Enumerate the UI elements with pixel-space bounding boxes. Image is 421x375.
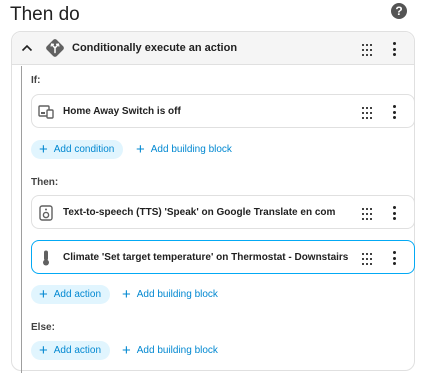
more-options-icon[interactable]	[391, 206, 397, 220]
more-options-icon[interactable]	[391, 251, 397, 265]
help-icon[interactable]: ?	[391, 3, 407, 19]
add-building-block-button[interactable]: + Add building block	[122, 341, 218, 360]
add-building-block-button[interactable]: + Add building block	[122, 285, 218, 304]
plus-icon: +	[136, 141, 145, 158]
action-row-selected[interactable]: Climate 'Set target temperature' on Ther…	[31, 240, 415, 274]
condition-row[interactable]: Home Away Switch is off	[31, 94, 415, 128]
action-label: Climate 'Set target temperature' on Ther…	[63, 252, 349, 263]
plus-icon: +	[39, 141, 48, 158]
block-header[interactable]: Conditionally execute an action	[12, 32, 414, 65]
action-row[interactable]: Text-to-speech (TTS) 'Speak' on Google T…	[31, 195, 415, 229]
device-state-icon	[38, 104, 54, 120]
then-section-label: Then:	[31, 177, 59, 188]
thermometer-icon	[38, 250, 54, 266]
chevron-up-icon[interactable]	[20, 41, 34, 55]
source-branch-icon	[44, 37, 66, 59]
plus-icon: +	[122, 342, 131, 359]
add-action-button[interactable]: + Add action	[31, 285, 111, 304]
condition-label: Home Away Switch is off	[63, 106, 181, 117]
add-building-block-label: Add building block	[136, 345, 218, 356]
add-action-label: Add action	[53, 345, 102, 356]
drag-handle-icon[interactable]	[362, 252, 372, 265]
add-building-block-button[interactable]: + Add building block	[136, 140, 232, 159]
action-label: Text-to-speech (TTS) 'Speak' on Google T…	[63, 207, 336, 218]
plus-icon: +	[39, 342, 48, 359]
nesting-rule	[21, 66, 22, 373]
speaker-icon	[38, 205, 54, 221]
drag-handle-icon[interactable]	[362, 106, 372, 119]
plus-icon: +	[39, 286, 48, 303]
plus-icon: +	[122, 286, 131, 303]
if-section-label: If:	[31, 75, 41, 86]
drag-handle-icon[interactable]	[362, 207, 372, 220]
page-title: Then do	[10, 4, 80, 25]
more-options-icon[interactable]	[391, 42, 397, 56]
add-action-label: Add action	[53, 289, 102, 300]
add-action-button[interactable]: + Add action	[31, 341, 111, 360]
add-condition-button[interactable]: + Add condition	[31, 140, 124, 159]
add-building-block-label: Add building block	[136, 289, 218, 300]
drag-handle-icon[interactable]	[362, 43, 372, 56]
add-condition-label: Add condition	[53, 144, 115, 155]
more-options-icon[interactable]	[391, 105, 397, 119]
else-section-label: Else:	[31, 322, 55, 333]
add-building-block-label: Add building block	[150, 144, 232, 155]
block-title: Conditionally execute an action	[72, 42, 238, 54]
